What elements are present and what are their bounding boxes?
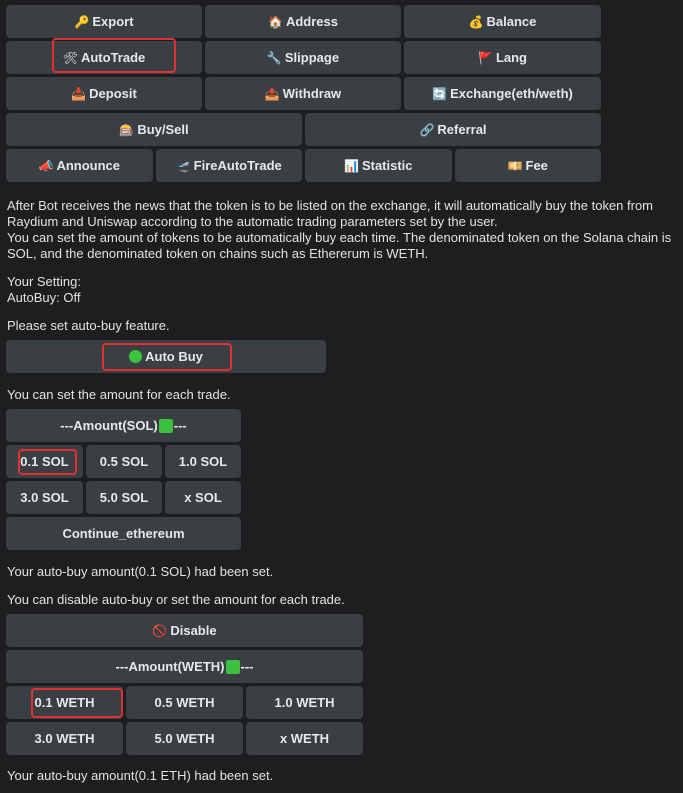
buy-sell-button[interactable]: 🎰 Buy/Sell [6, 113, 302, 146]
weth-amount-header[interactable]: ---Amount(WETH) --- [6, 650, 363, 683]
sol-header-label: ---Amount(SOL) [60, 418, 158, 433]
prohibited-icon: 🚫 [152, 623, 168, 638]
sol-header-suffix: --- [173, 418, 187, 433]
weth-5-0-button[interactable]: 5.0 WETH [126, 722, 243, 755]
weth-3-0-label: 3.0 WETH [34, 731, 95, 746]
sol-0-5-button[interactable]: 0.5 SOL [86, 445, 162, 478]
fee-label: Fee [525, 158, 548, 173]
continue-ethereum-button[interactable]: Continue_ethereum [6, 517, 241, 550]
fee-button[interactable]: 💴 Fee [454, 149, 601, 182]
export-button[interactable]: 🔑 Export [6, 5, 202, 38]
weth-x-label: x WETH [279, 731, 330, 746]
outbox-icon: 📤 [264, 86, 280, 101]
autotrade-highlight [52, 38, 176, 73]
sol-3-0-button[interactable]: 3.0 SOL [6, 481, 83, 514]
exchange-button[interactable]: 🔄 Exchange(eth/weth) [404, 77, 601, 110]
auto-buy-highlight [102, 343, 232, 371]
slippage-label: Slippage [284, 50, 340, 65]
disable-button[interactable]: 🚫 Disable [6, 614, 363, 647]
money-bag-icon: 💰 [468, 14, 484, 29]
announce-button[interactable]: 📣 Announce [6, 149, 153, 182]
banknote-icon: 💴 [507, 158, 523, 173]
weth-1-0-label: 1.0 WETH [274, 695, 335, 710]
main-menu-keyboard: 🔑 Export 🏠 Address 💰 Balance 🛠 AutoTrade 🔧 Sl… [6, 5, 601, 185]
withdraw-label: Withdraw [282, 86, 342, 101]
inbox-icon: 📥 [71, 86, 87, 101]
auto-buy-button[interactable]: Auto Buy [6, 340, 326, 373]
autobuy-keyboard: Auto Buy [6, 340, 326, 373]
house-icon: 🏠 [268, 14, 283, 29]
deposit-label: Deposit [89, 86, 137, 101]
autotrade-button[interactable]: 🛠 AutoTrade [6, 38, 202, 74]
intro-message: After Bot receives the news that the tok… [7, 198, 677, 262]
sol-x-label: x SOL [184, 490, 222, 505]
fireautotrade-button[interactable]: 🛫 FireAutoTrade [155, 149, 302, 182]
sol-x-button[interactable]: x SOL [165, 481, 241, 514]
key-icon: 🔑 [74, 14, 90, 29]
weth-0-5-label: 0.5 WETH [154, 695, 215, 710]
green-square-icon [158, 418, 173, 433]
address-label: Address [285, 14, 338, 29]
eth-set-message: Your auto-buy amount(0.1 ETH) had been s… [7, 768, 274, 783]
sol-0-1-highlight [18, 449, 77, 475]
exchange-icon: 🔄 [432, 86, 448, 101]
intro-paragraph-1: After Bot receives the news that the tok… [7, 198, 654, 229]
weth-header-label: ---Amount(WETH) [115, 659, 225, 674]
sol-amount-header[interactable]: ---Amount(SOL) --- [6, 409, 241, 442]
fireautotrade-label: FireAutoTrade [193, 158, 282, 173]
announce-label: Announce [56, 158, 120, 173]
green-square-icon [225, 659, 240, 674]
sol-3-0-label: 3.0 SOL [20, 490, 69, 505]
weth-amount-keyboard: 🚫 Disable ---Amount(WETH) --- 0.1 WETH 0.5… [6, 614, 363, 758]
balance-label: Balance [486, 14, 537, 29]
sol-set-message: Your auto-buy amount(0.1 SOL) had been s… [7, 564, 274, 579]
balance-button[interactable]: 💰 Balance [404, 5, 601, 38]
address-button[interactable]: 🏠 Address [205, 5, 401, 38]
weth-1-0-button[interactable]: 1.0 WETH [246, 686, 363, 719]
lang-button[interactable]: 🚩 Lang [404, 41, 601, 74]
referral-button[interactable]: 🔗 Referral [305, 113, 601, 146]
statistic-button[interactable]: 📊 Statistic [305, 149, 452, 182]
megaphone-icon: 📣 [38, 158, 54, 173]
sol-amount-keyboard: ---Amount(SOL) --- 0.1 SOL 0.5 SOL 1.0 SO… [6, 409, 241, 553]
slot-machine-icon: 🎰 [119, 122, 135, 137]
sol-0-1-button[interactable]: 0.1 SOL [6, 445, 83, 478]
weth-x-button[interactable]: x WETH [246, 722, 363, 755]
prompt-amount: You can set the amount for each trade. [7, 387, 231, 402]
deposit-button[interactable]: 📥 Deposit [6, 77, 202, 110]
continue-ethereum-label: Continue_ethereum [62, 526, 185, 541]
sol-0-5-label: 0.5 SOL [99, 454, 149, 469]
sol-1-0-button[interactable]: 1.0 SOL [165, 445, 241, 478]
weth-0-1-button[interactable]: 0.1 WETH [6, 686, 123, 719]
link-icon: 🔗 [419, 122, 435, 137]
weth-header-suffix: --- [240, 659, 254, 674]
lang-label: Lang [495, 50, 527, 65]
weth-3-0-button[interactable]: 3.0 WETH [6, 722, 123, 755]
setting-autobuy-status: AutoBuy: Off [7, 290, 81, 305]
intro-paragraph-2: You can set the amount of tokens to be a… [7, 230, 672, 261]
wrench-icon: 🔧 [266, 50, 282, 65]
disable-label: Disable [170, 623, 217, 638]
referral-label: Referral [437, 122, 487, 137]
buy-sell-label: Buy/Sell [137, 122, 189, 137]
weth-0-5-button[interactable]: 0.5 WETH [126, 686, 243, 719]
weth-0-1-highlight [31, 688, 123, 718]
prompt-disable: You can disable auto-buy or set the amou… [7, 592, 345, 607]
withdraw-button[interactable]: 📤 Withdraw [205, 77, 401, 110]
statistic-label: Statistic [361, 158, 413, 173]
weth-5-0-label: 5.0 WETH [154, 731, 215, 746]
sol-5-0-button[interactable]: 5.0 SOL [86, 481, 162, 514]
airplane-icon: 🛫 [175, 158, 191, 173]
flag-icon: 🚩 [477, 50, 493, 65]
exchange-label: Exchange(eth/weth) [450, 86, 573, 101]
bar-chart-icon: 📊 [343, 158, 359, 173]
prompt-autobuy: Please set auto-buy feature. [7, 318, 170, 333]
slippage-button[interactable]: 🔧 Slippage [205, 41, 401, 74]
export-label: Export [92, 14, 134, 29]
setting-message: Your Setting: AutoBuy: Off [7, 274, 677, 306]
sol-1-0-label: 1.0 SOL [178, 454, 228, 469]
sol-5-0-label: 5.0 SOL [99, 490, 149, 505]
setting-title: Your Setting: [7, 274, 81, 289]
